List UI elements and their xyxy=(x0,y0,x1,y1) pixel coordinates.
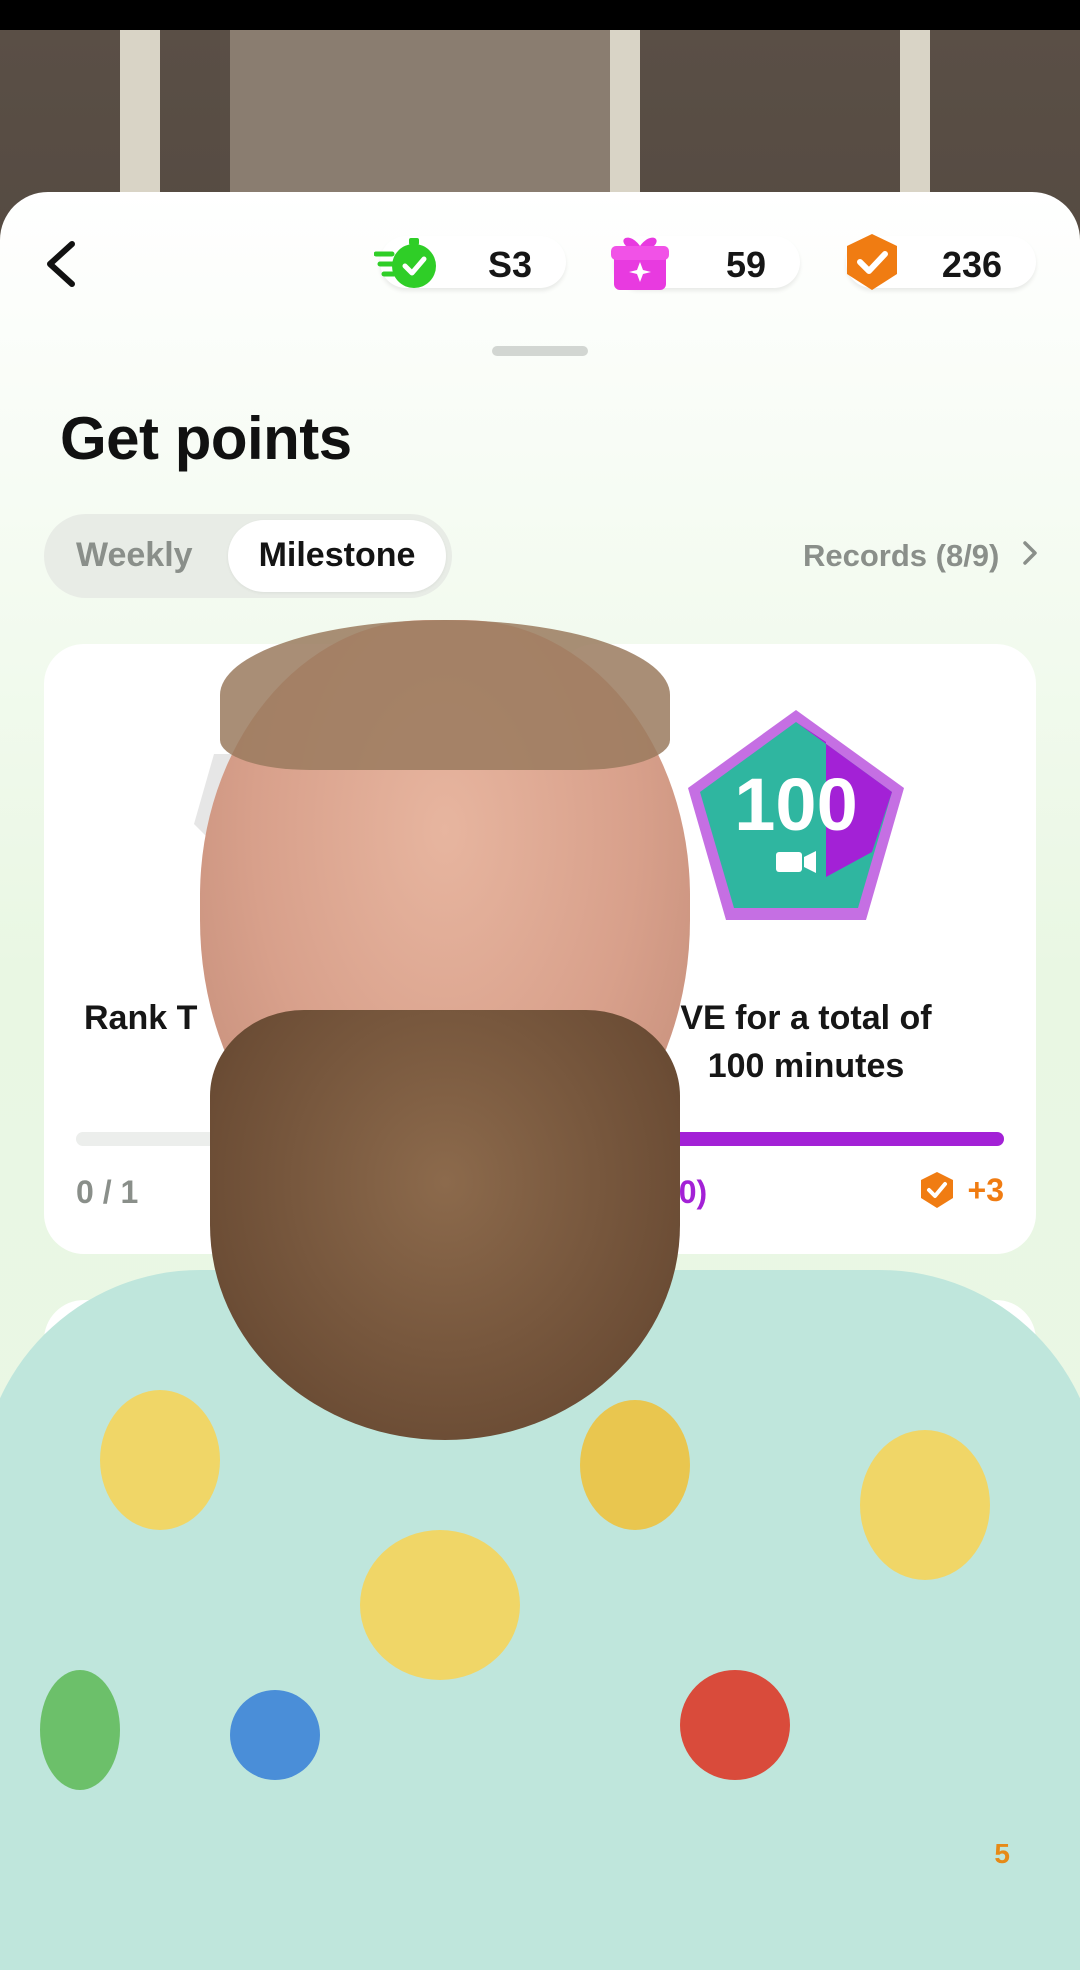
stat-points-value: 236 xyxy=(941,244,1002,285)
stat-pill-speed[interactable]: S3 xyxy=(374,236,566,288)
chevron-left-icon xyxy=(47,241,75,287)
curtain xyxy=(230,30,610,200)
stat-pill-gift[interactable]: 59 xyxy=(611,236,800,290)
corner-mark: 5 xyxy=(994,1838,1010,1869)
window-frame xyxy=(900,30,930,200)
person-beard xyxy=(210,1010,680,1440)
tab-switcher: Weekly Milestone xyxy=(44,514,452,598)
person-hair xyxy=(220,620,670,770)
chevron-right-icon xyxy=(1023,541,1037,565)
drag-handle[interactable] xyxy=(492,346,588,356)
back-button[interactable] xyxy=(36,234,86,294)
badge-number: 100 xyxy=(734,763,857,846)
orange-check-shield-icon xyxy=(847,234,897,290)
orange-check-shield-icon xyxy=(921,1172,954,1208)
stat-gift-value: 59 xyxy=(725,244,766,285)
speed-stopwatch-icon xyxy=(374,238,436,288)
tab-milestone[interactable]: Milestone xyxy=(228,520,446,592)
stat-speed-value: S3 xyxy=(487,244,532,285)
tab-weekly[interactable]: Weekly xyxy=(76,536,193,575)
window-frame xyxy=(610,30,640,200)
page-title: Get points xyxy=(60,405,352,472)
top-bar: S3 59 236 xyxy=(0,192,1080,332)
records-label: Records (8/9) xyxy=(802,538,1000,573)
gift-box-icon xyxy=(611,237,669,290)
status-bar xyxy=(0,0,1080,30)
records-link[interactable]: Records (8/9) xyxy=(803,538,1038,574)
stat-pill-points[interactable]: 236 xyxy=(846,234,1036,290)
live-100-badge-icon: 100 xyxy=(688,710,904,920)
tab-milestone-label: Milestone xyxy=(258,536,416,574)
window-frame xyxy=(120,30,160,200)
progress-text: 0 / 1 xyxy=(76,1174,139,1210)
reward-value: +3 xyxy=(967,1171,1004,1208)
reward-badge: +3 xyxy=(917,1170,1004,1214)
